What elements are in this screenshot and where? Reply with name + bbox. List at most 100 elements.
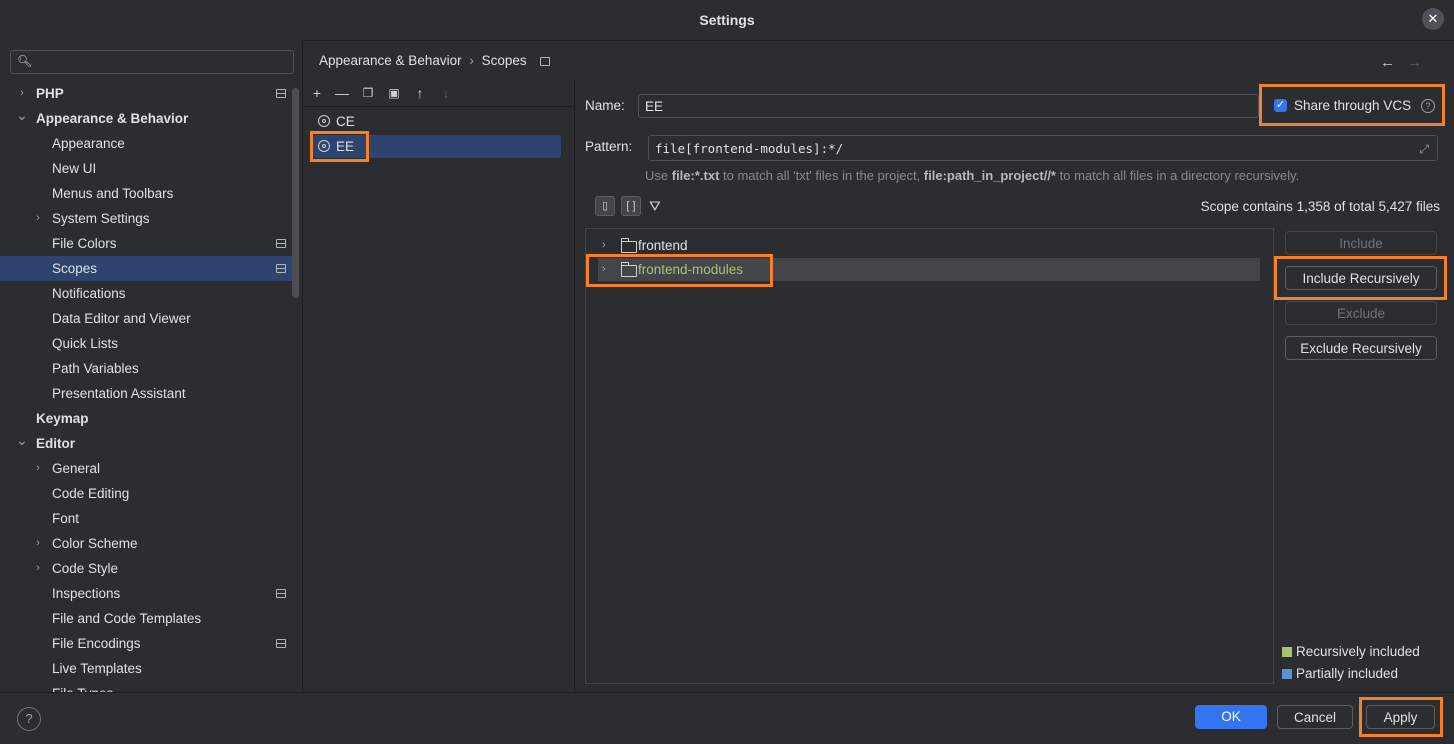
sidebar-item-code-editing[interactable]: Code Editing [0, 481, 292, 506]
chevron-right-icon[interactable]: › [32, 531, 44, 556]
chevron-down-icon[interactable]: ⌄ [16, 103, 28, 128]
chevron-down-icon[interactable]: ⌄ [16, 428, 28, 453]
compact-folders-toggle-icon[interactable]: [ ] [621, 196, 641, 216]
expand-icon[interactable]: ⤢ [1419, 136, 1429, 162]
sidebar-item-keymap[interactable]: Keymap [0, 406, 292, 431]
back-arrow-icon[interactable]: ← [1380, 54, 1395, 71]
breadcrumb-current: Scopes [481, 53, 527, 68]
title-bar: Settings ✕ [0, 0, 1454, 41]
sidebar-item-path-variables[interactable]: Path Variables [0, 356, 292, 381]
sidebar-item-label: Appearance [52, 136, 125, 151]
sidebar-item-label: File Encodings [52, 636, 141, 651]
scopes-list-panel: + — ❐ ▣ ↑ ↓ CE EE [303, 80, 575, 692]
legend-swatch [1282, 647, 1292, 657]
sidebar-item-quick-lists[interactable]: Quick Lists [0, 331, 292, 356]
scope-name: EE [336, 139, 355, 154]
sidebar-item-general[interactable]: › General [0, 456, 292, 481]
dialog-footer: ? OK Cancel Apply [0, 692, 1454, 744]
sidebar-item-color-scheme[interactable]: › Color Scheme [0, 531, 292, 556]
sidebar-item-appearance-behavior[interactable]: ⌄ Appearance & Behavior [0, 106, 292, 131]
close-icon[interactable]: ✕ [1422, 8, 1444, 30]
sidebar-item-notifications[interactable]: Notifications [0, 281, 292, 306]
project-level-icon [276, 639, 286, 648]
sidebar-item-label: Appearance & Behavior [36, 111, 189, 126]
sidebar-item-file-types[interactable]: File Types [0, 681, 292, 692]
breadcrumb: Appearance & Behavior › Scopes [319, 53, 554, 68]
move-down-icon[interactable]: ↓ [437, 84, 455, 102]
sidebar-item-appearance[interactable]: Appearance [0, 131, 292, 156]
scope-item-ce[interactable]: CE [313, 110, 561, 133]
sidebar-item-label: PHP [36, 86, 64, 101]
help-icon[interactable]: ? [1421, 99, 1435, 113]
sidebar-item-label: Code Style [52, 561, 119, 576]
chevron-right-icon[interactable]: › [32, 556, 44, 581]
scope-item-ee[interactable]: EE [313, 135, 561, 158]
exclude-button[interactable]: Exclude [1285, 301, 1437, 325]
chevron-right-icon[interactable]: › [32, 456, 44, 481]
project-files-tree: › frontend › frontend-modules [585, 228, 1274, 684]
sidebar-item-php[interactable]: › PHP [0, 81, 292, 106]
filter-icon[interactable]: ⛛ [649, 198, 661, 215]
sidebar-item-file-and-code-templates[interactable]: File and Code Templates [0, 606, 292, 631]
include-recursively-button[interactable]: Include Recursively [1285, 266, 1437, 290]
breadcrumb-parent[interactable]: Appearance & Behavior [319, 53, 462, 68]
legend-swatch [1282, 669, 1292, 679]
sidebar-item-data-editor-and-viewer[interactable]: Data Editor and Viewer [0, 306, 292, 331]
help-button[interactable]: ? [17, 707, 41, 731]
chevron-right-icon[interactable]: › [32, 206, 44, 231]
include-button[interactable]: Include [1285, 231, 1437, 255]
scope-icon [318, 140, 330, 152]
settings-dialog: Settings ✕ 🔍︎ › PHP ⌄ Appearance & Behavior… [0, 0, 1454, 744]
sidebar-item-file-encodings[interactable]: File Encodings [0, 631, 292, 656]
pattern-hint: Use file:*.txt to match all 'txt' files … [645, 168, 1300, 183]
copy-icon[interactable]: ❐ [359, 84, 377, 102]
tree-scrollbar[interactable] [292, 88, 299, 298]
forward-arrow-icon[interactable]: → [1407, 54, 1422, 71]
move-up-icon[interactable]: ↑ [411, 84, 429, 102]
sidebar-item-label: General [52, 461, 101, 476]
project-level-icon [276, 264, 286, 273]
sidebar-item-inspections[interactable]: Inspections [0, 581, 292, 606]
remove-icon[interactable]: — [333, 84, 351, 102]
sidebar-item-label: File Types [52, 681, 113, 692]
sidebar-item-label: Path Variables [52, 361, 139, 376]
legend-label: Recursively included [1296, 644, 1420, 659]
cancel-button[interactable]: Cancel [1277, 705, 1353, 729]
sidebar-item-code-style[interactable]: › Code Style [0, 556, 292, 581]
name-field[interactable]: EE [638, 94, 1259, 118]
project-level-icon [540, 56, 551, 66]
folder-icon [621, 238, 637, 253]
sidebar-item-label: File Colors [52, 236, 117, 251]
checkbox-checked-icon[interactable]: ✓ [1274, 99, 1287, 112]
sidebar-item-font[interactable]: Font [0, 506, 292, 531]
project-level-icon [276, 589, 286, 598]
project-level-icon [276, 89, 286, 98]
project-level-icon [276, 239, 286, 248]
sidebar-item-system-settings[interactable]: › System Settings [0, 206, 292, 231]
sidebar-item-file-colors[interactable]: File Colors [0, 231, 292, 256]
sidebar-item-presentation-assistant[interactable]: Presentation Assistant [0, 381, 292, 406]
chevron-right-icon[interactable]: › [602, 234, 606, 257]
sidebar-item-label: New UI [52, 161, 97, 176]
breadcrumb-separator: › [469, 53, 474, 68]
sidebar-item-editor[interactable]: ⌄ Editor [0, 431, 292, 456]
show-files-toggle-icon[interactable]: ▯ [595, 196, 615, 216]
save-icon[interactable]: ▣ [385, 84, 403, 102]
sidebar-item-new-ui[interactable]: New UI [0, 156, 292, 181]
chevron-right-icon[interactable]: › [602, 258, 606, 281]
settings-tree-panel: 🔍︎ › PHP ⌄ Appearance & Behavior Appearance N… [0, 40, 303, 692]
apply-button[interactable]: Apply [1366, 705, 1435, 729]
file-tree-row-frontend-modules[interactable]: › frontend-modules [598, 258, 1260, 281]
settings-search-input[interactable]: 🔍︎ [10, 50, 294, 74]
folder-icon [621, 262, 637, 277]
sidebar-item-scopes[interactable]: Scopes [0, 256, 292, 281]
sidebar-item-label: Live Templates [52, 661, 142, 676]
sidebar-item-menus-and-toolbars[interactable]: Menus and Toolbars [0, 181, 292, 206]
sidebar-item-live-templates[interactable]: Live Templates [0, 656, 292, 681]
add-icon[interactable]: + [308, 84, 326, 102]
ok-button[interactable]: OK [1195, 705, 1267, 729]
exclude-recursively-button[interactable]: Exclude Recursively [1285, 336, 1437, 360]
file-tree-row-frontend[interactable]: › frontend [586, 234, 1260, 257]
pattern-field[interactable]: file[frontend-modules]:*/ ⤢ [648, 135, 1438, 161]
scope-icon [318, 115, 330, 127]
